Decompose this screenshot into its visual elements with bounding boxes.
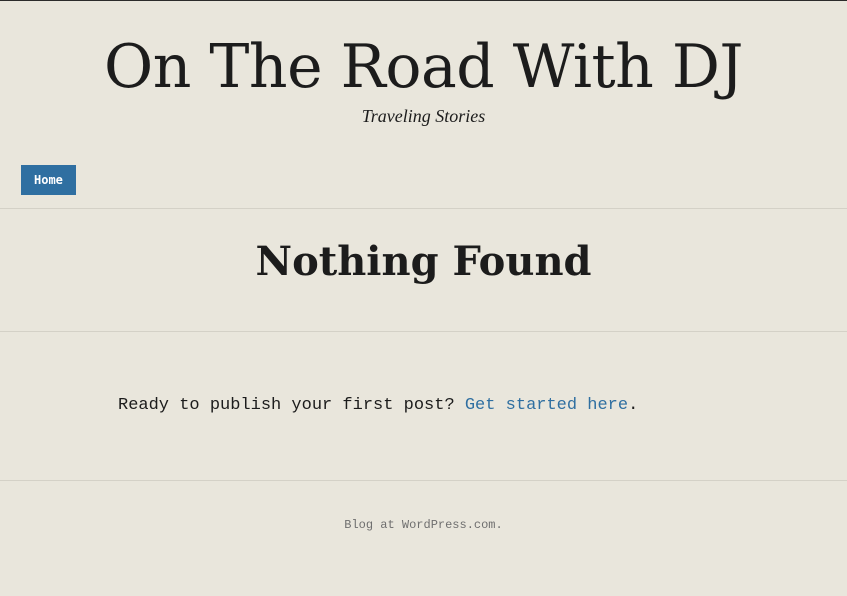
site-header: On The Road With DJ Traveling Stories [0,1,847,127]
empty-state-text: Ready to publish your first post? [118,396,455,415]
footer-divider [0,480,847,481]
nav-item-home[interactable]: Home [21,165,76,195]
site-title[interactable]: On The Road With DJ [0,29,847,105]
title-divider [0,331,847,332]
get-started-link[interactable]: Get started here [465,396,628,415]
page-title: Nothing Found [255,238,592,285]
main-navigation: Home [21,165,76,195]
site-tagline: Traveling Stories [361,106,486,126]
header-divider [0,208,847,209]
site-footer: Blog at WordPress.com. [0,518,847,532]
wordpress-credit-link[interactable]: Blog at WordPress.com. [344,518,502,532]
empty-state-message: Ready to publish your first post? Get st… [118,396,638,415]
message-punctuation: . [628,396,639,415]
